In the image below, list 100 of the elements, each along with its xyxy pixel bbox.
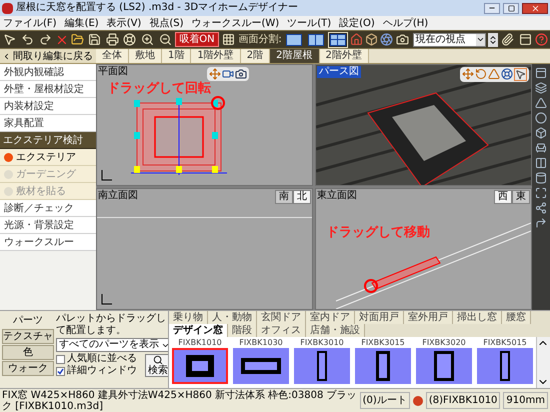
maximize-button[interactable]: [503, 2, 519, 14]
help-icon[interactable]: [535, 33, 548, 46]
lifebuoy-icon[interactable]: [501, 68, 513, 81]
lifebuoy-icon[interactable]: [122, 32, 138, 48]
tool-icon[interactable]: [535, 127, 547, 139]
direction-button[interactable]: 北: [293, 190, 311, 204]
part-thumbnail[interactable]: [294, 348, 350, 384]
paperclip-icon[interactable]: [500, 32, 516, 48]
category-tab[interactable]: 室内ドア: [306, 311, 355, 324]
floor-tab[interactable]: 2階屋根: [270, 49, 320, 63]
category-tab[interactable]: 掃出し窓: [453, 311, 502, 324]
category-tab[interactable]: デザイン窓: [169, 324, 228, 337]
floor-tab[interactable]: 2階外壁: [320, 49, 369, 63]
viewpoint-dropdown[interactable]: 現在の視点: [412, 32, 486, 46]
menu-item[interactable]: ウォークスルー(W): [192, 16, 280, 30]
direction-button[interactable]: 南: [275, 190, 293, 204]
floor-tab[interactable]: 敷地: [129, 49, 162, 63]
floor-tab[interactable]: 1階外壁: [191, 49, 241, 63]
menu-item[interactable]: ファイル(F): [3, 16, 57, 30]
category-tab[interactable]: 階段: [228, 324, 257, 337]
pointer-icon[interactable]: [2, 32, 18, 48]
tool-icon[interactable]: [535, 217, 547, 229]
sidebar-item[interactable]: ウォークスルー: [0, 234, 96, 251]
pointer-icon[interactable]: [514, 68, 527, 81]
tool-icon[interactable]: [535, 172, 547, 184]
window-frame-icon: [500, 351, 510, 381]
menu-item[interactable]: 編集(E): [64, 16, 99, 30]
sidebar-subitem[interactable]: エクステリア: [0, 149, 96, 166]
checkbox-label: 人気順に並べる: [67, 353, 137, 364]
cube-icon[interactable]: [364, 33, 378, 46]
floor-tab[interactable]: 全体: [96, 49, 129, 63]
tool-icon[interactable]: [535, 97, 547, 109]
split-layout-button[interactable]: [306, 32, 326, 48]
filter-dropdown[interactable]: すべてのパーツを表示: [56, 338, 171, 352]
camera-icon[interactable]: [394, 32, 411, 48]
category-tab[interactable]: 室外用戸: [404, 311, 453, 324]
split-layout-button[interactable]: [328, 32, 348, 48]
sidebar-item[interactable]: 家具配置: [0, 115, 96, 132]
rotate-icon[interactable]: [475, 68, 487, 81]
side-tab[interactable]: ウォーク: [2, 361, 54, 376]
tool-icon[interactable]: [535, 67, 547, 79]
camera-icon[interactable]: [222, 68, 234, 80]
status-layer: (0)ルート: [360, 392, 410, 409]
spin-button[interactable]: [488, 32, 498, 46]
category-tab[interactable]: 店舗・施設: [306, 324, 365, 337]
checkbox-label: 詳細ウィンドウ: [67, 365, 137, 377]
category-tab[interactable]: 乗り物: [169, 311, 208, 324]
minimize-button[interactable]: [484, 2, 500, 14]
close-button[interactable]: [522, 2, 548, 14]
house-icon[interactable]: [350, 33, 363, 46]
direction-button[interactable]: 東: [512, 190, 530, 204]
camera-icon[interactable]: [235, 68, 247, 80]
category-tab[interactable]: オフィス: [257, 324, 306, 337]
snap-toggle[interactable]: 吸着ON: [175, 32, 219, 47]
zoom-in-icon[interactable]: [140, 32, 156, 48]
move-icon[interactable]: [209, 68, 221, 80]
view-title: パース図: [317, 66, 361, 78]
menu-item[interactable]: ツール(T): [287, 16, 332, 30]
category-tab[interactable]: 腰窓: [502, 311, 531, 324]
sidebar-item[interactable]: 内装材設定: [0, 98, 96, 115]
part-thumbnail[interactable]: [477, 348, 533, 384]
aperture-icon[interactable]: [380, 33, 393, 46]
part-thumbnail[interactable]: [416, 348, 472, 384]
part-thumbnail[interactable]: [172, 348, 228, 384]
tool-icon[interactable]: [535, 157, 547, 169]
part-thumbnail[interactable]: [355, 348, 411, 384]
redo-icon[interactable]: [38, 32, 54, 48]
tool-icon[interactable]: [535, 112, 547, 124]
move-icon[interactable]: [462, 68, 474, 81]
tool-icon[interactable]: [535, 187, 547, 199]
zoom-out-icon[interactable]: [157, 32, 174, 48]
menu-item[interactable]: 視点(S): [149, 16, 184, 30]
sidebar-item[interactable]: 外観内観確認: [0, 64, 96, 81]
menu-item[interactable]: 設定(O): [339, 16, 375, 30]
category-tab[interactable]: 人・動物: [208, 311, 257, 324]
split-layout-button[interactable]: [284, 32, 304, 48]
floor-tab[interactable]: 2階: [240, 49, 270, 63]
grid-icon[interactable]: [220, 32, 236, 48]
category-tab[interactable]: 玄関ドア: [257, 311, 306, 324]
window-icon[interactable]: [517, 32, 534, 48]
folder-icon[interactable]: [71, 33, 84, 46]
save-icon[interactable]: [86, 32, 102, 48]
side-tab[interactable]: テクスチャ: [2, 329, 54, 344]
sidebar-item[interactable]: 外壁・屋根材設定: [0, 81, 96, 98]
tool-icon[interactable]: [535, 142, 547, 154]
direction-button[interactable]: 西: [494, 190, 512, 204]
side-tab[interactable]: 色: [2, 345, 54, 360]
sidebar-item[interactable]: 診断／チェック: [0, 200, 96, 217]
sidebar-item[interactable]: 光源・背景設定: [0, 217, 96, 234]
menu-item[interactable]: ヘルプ(H): [382, 16, 428, 30]
floor-tab[interactable]: 1階: [162, 49, 192, 63]
printer-icon[interactable]: [104, 32, 120, 48]
menu-item[interactable]: 表示(V): [106, 16, 142, 30]
part-thumbnail[interactable]: [233, 348, 289, 384]
category-tab[interactable]: 対面用戸: [355, 311, 404, 324]
tool-icon[interactable]: [535, 82, 547, 94]
checkbox[interactable]: [56, 354, 65, 364]
back-button[interactable]: 間取り編集に戻る: [0, 49, 96, 64]
tool-icon[interactable]: [535, 202, 547, 214]
checkbox[interactable]: [56, 366, 65, 376]
